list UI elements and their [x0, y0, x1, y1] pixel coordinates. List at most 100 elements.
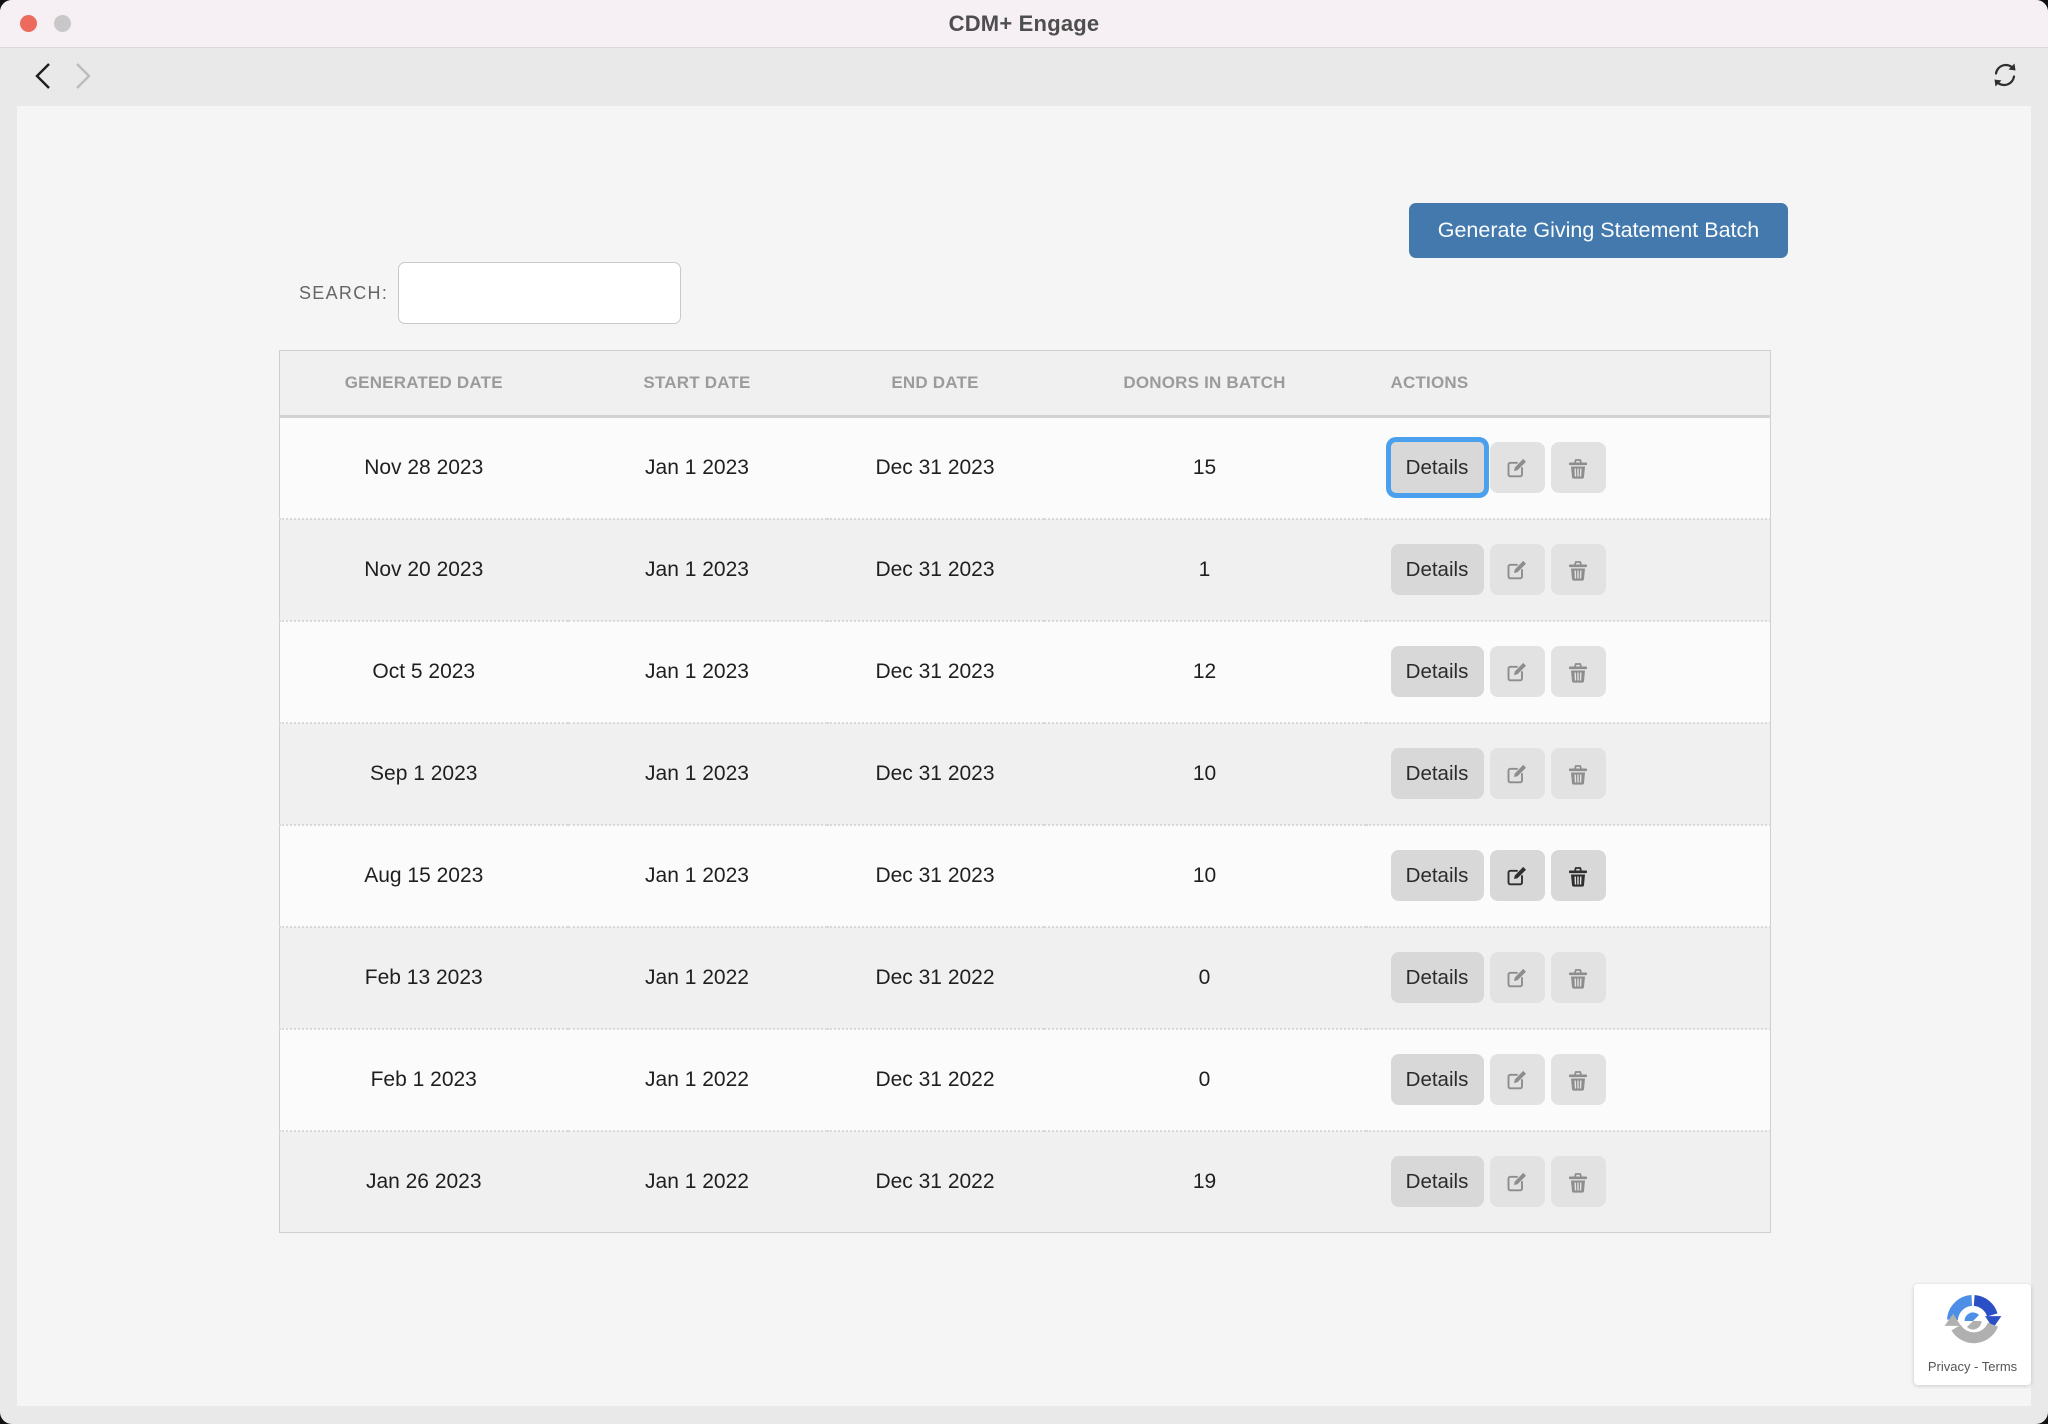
start-date-cell: Jan 1 2022 — [568, 1131, 827, 1233]
minimize-window-button[interactable] — [54, 15, 71, 32]
edit-pencil-icon — [1505, 1170, 1529, 1194]
window-title: CDM+ Engage — [949, 11, 1100, 37]
actions-cell: Details — [1366, 927, 1771, 1029]
actions-cell: Details — [1366, 1131, 1771, 1233]
search-label: SEARCH: — [299, 283, 388, 304]
edit-button[interactable] — [1490, 1156, 1545, 1207]
delete-button[interactable] — [1551, 850, 1606, 901]
table-row: Nov 28 2023 Jan 1 2023 Dec 31 2023 15 De… — [280, 417, 1771, 519]
donors-in-batch-cell: 10 — [1044, 825, 1366, 927]
edit-button[interactable] — [1490, 646, 1545, 697]
end-date-cell: Dec 31 2023 — [827, 519, 1044, 621]
start-date-cell: Jan 1 2023 — [568, 723, 827, 825]
edit-button[interactable] — [1490, 850, 1545, 901]
actions-cell: Details — [1366, 723, 1771, 825]
recaptcha-privacy-terms-link[interactable]: Privacy - Terms — [1928, 1359, 2017, 1374]
app-window: CDM+ Engage — [0, 0, 2048, 1424]
chevron-left-icon — [32, 61, 54, 96]
actions-cell: Details — [1366, 825, 1771, 927]
recaptcha-logo-icon — [1944, 1292, 2002, 1355]
forward-button[interactable] — [70, 62, 96, 94]
details-button[interactable]: Details — [1391, 748, 1484, 799]
delete-button[interactable] — [1551, 1054, 1606, 1105]
generated-date-cell: Nov 20 2023 — [280, 519, 568, 621]
column-header-generated-date: GENERATED DATE — [280, 351, 568, 417]
recaptcha-badge[interactable]: Privacy - Terms — [1914, 1284, 2031, 1385]
details-button[interactable]: Details — [1391, 544, 1484, 595]
details-button[interactable]: Details — [1391, 952, 1484, 1003]
actions-cell: Details — [1366, 417, 1771, 519]
edit-button[interactable] — [1490, 442, 1545, 493]
table-header: GENERATED DATE START DATE END DATE DONOR… — [280, 351, 1771, 417]
edit-pencil-icon — [1505, 966, 1529, 990]
edit-pencil-icon — [1505, 762, 1529, 786]
details-button[interactable]: Details — [1391, 1054, 1484, 1105]
column-header-end-date: END DATE — [827, 351, 1044, 417]
generated-date-cell: Oct 5 2023 — [280, 621, 568, 723]
column-header-donors-in-batch: DONORS IN BATCH — [1044, 351, 1366, 417]
edit-pencil-icon — [1505, 456, 1529, 480]
donors-in-batch-cell: 0 — [1044, 927, 1366, 1029]
end-date-cell: Dec 31 2023 — [827, 417, 1044, 519]
generated-date-cell: Feb 13 2023 — [280, 927, 568, 1029]
titlebar: CDM+ Engage — [0, 0, 2048, 48]
end-date-cell: Dec 31 2023 — [827, 825, 1044, 927]
delete-button[interactable] — [1551, 646, 1606, 697]
trash-icon — [1567, 864, 1589, 888]
trash-icon — [1567, 1170, 1589, 1194]
donors-in-batch-cell: 10 — [1044, 723, 1366, 825]
actions-cell: Details — [1366, 519, 1771, 621]
search-input[interactable] — [398, 262, 681, 324]
trash-icon — [1567, 762, 1589, 786]
refresh-button[interactable] — [1988, 60, 2022, 94]
table-row: Nov 20 2023 Jan 1 2023 Dec 31 2023 1 Det… — [280, 519, 1771, 621]
delete-button[interactable] — [1551, 1156, 1606, 1207]
edit-pencil-icon — [1505, 1068, 1529, 1092]
generate-giving-statement-batch-button[interactable]: Generate Giving Statement Batch — [1409, 203, 1788, 258]
edit-pencil-icon — [1505, 660, 1529, 684]
start-date-cell: Jan 1 2022 — [568, 1029, 827, 1131]
back-button[interactable] — [30, 62, 56, 94]
toolbar — [0, 48, 2048, 106]
donors-in-batch-cell: 12 — [1044, 621, 1366, 723]
delete-button[interactable] — [1551, 748, 1606, 799]
table-row: Feb 1 2023 Jan 1 2022 Dec 31 2022 0 Deta… — [280, 1029, 1771, 1131]
start-date-cell: Jan 1 2023 — [568, 825, 827, 927]
trash-icon — [1567, 456, 1589, 480]
column-header-actions: ACTIONS — [1366, 351, 1771, 417]
edit-button[interactable] — [1490, 748, 1545, 799]
generated-date-cell: Sep 1 2023 — [280, 723, 568, 825]
content-area: Generate Giving Statement Batch SEARCH: … — [17, 106, 2031, 1406]
start-date-cell: Jan 1 2023 — [568, 417, 827, 519]
actions-cell: Details — [1366, 621, 1771, 723]
trash-icon — [1567, 558, 1589, 582]
delete-button[interactable] — [1551, 544, 1606, 595]
close-window-button[interactable] — [20, 15, 37, 32]
table-row: Feb 13 2023 Jan 1 2022 Dec 31 2022 0 Det… — [280, 927, 1771, 1029]
details-button[interactable]: Details — [1391, 646, 1484, 697]
delete-button[interactable] — [1551, 952, 1606, 1003]
donors-in-batch-cell: 0 — [1044, 1029, 1366, 1131]
trash-icon — [1567, 660, 1589, 684]
actions-cell: Details — [1366, 1029, 1771, 1131]
traffic-lights — [20, 0, 71, 47]
search-row: SEARCH: — [299, 262, 681, 324]
generated-date-cell: Nov 28 2023 — [280, 417, 568, 519]
details-button[interactable]: Details — [1391, 1156, 1484, 1207]
edit-pencil-icon — [1505, 864, 1529, 888]
end-date-cell: Dec 31 2022 — [827, 1029, 1044, 1131]
edit-button[interactable] — [1490, 952, 1545, 1003]
edit-button[interactable] — [1490, 1054, 1545, 1105]
end-date-cell: Dec 31 2022 — [827, 1131, 1044, 1233]
end-date-cell: Dec 31 2022 — [827, 927, 1044, 1029]
details-button[interactable]: Details — [1391, 850, 1484, 901]
start-date-cell: Jan 1 2023 — [568, 519, 827, 621]
donors-in-batch-cell: 19 — [1044, 1131, 1366, 1233]
delete-button[interactable] — [1551, 442, 1606, 493]
details-button[interactable]: Details — [1391, 442, 1484, 493]
refresh-icon — [1989, 59, 2021, 96]
edit-button[interactable] — [1490, 544, 1545, 595]
end-date-cell: Dec 31 2023 — [827, 723, 1044, 825]
end-date-cell: Dec 31 2023 — [827, 621, 1044, 723]
generated-date-cell: Aug 15 2023 — [280, 825, 568, 927]
